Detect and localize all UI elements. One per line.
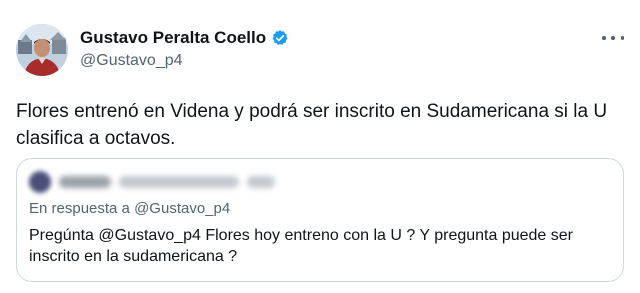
tweet: Gustavo Peralta Coello @Gustavo_p4 Flore… <box>0 0 640 293</box>
quoted-reply-context: En respuesta a @Gustavo_p4 <box>29 200 230 217</box>
verified-badge-icon[interactable] <box>271 29 289 47</box>
author-handle[interactable]: @Gustavo_p4 <box>80 52 183 70</box>
author-avatar[interactable] <box>16 24 68 76</box>
more-options-icon[interactable] <box>602 30 624 46</box>
quoted-tweet-header-blurred <box>29 171 329 193</box>
reply-prefix: En respuesta a <box>29 200 135 217</box>
author-name[interactable]: Gustavo Peralta Coello <box>80 28 266 48</box>
author-name-row: Gustavo Peralta Coello <box>80 28 289 48</box>
more-dot <box>602 36 606 40</box>
more-dot <box>611 36 615 40</box>
quoted-tweet-text: Pregúnta @Gustavo_p4 Flores hoy entreno … <box>29 227 573 265</box>
reply-handle[interactable]: @Gustavo_p4 <box>134 200 230 217</box>
quoted-time-blurred <box>247 176 275 188</box>
more-dot <box>620 36 624 40</box>
quoted-tweet[interactable]: En respuesta a @Gustavo_p4 Pregúnta @Gus… <box>16 158 624 282</box>
tweet-text: Flores entrenó en Videna y podrá ser ins… <box>16 101 608 149</box>
quoted-handle-blurred <box>119 176 239 188</box>
quoted-avatar <box>29 171 51 193</box>
quoted-name-blurred <box>59 176 111 188</box>
